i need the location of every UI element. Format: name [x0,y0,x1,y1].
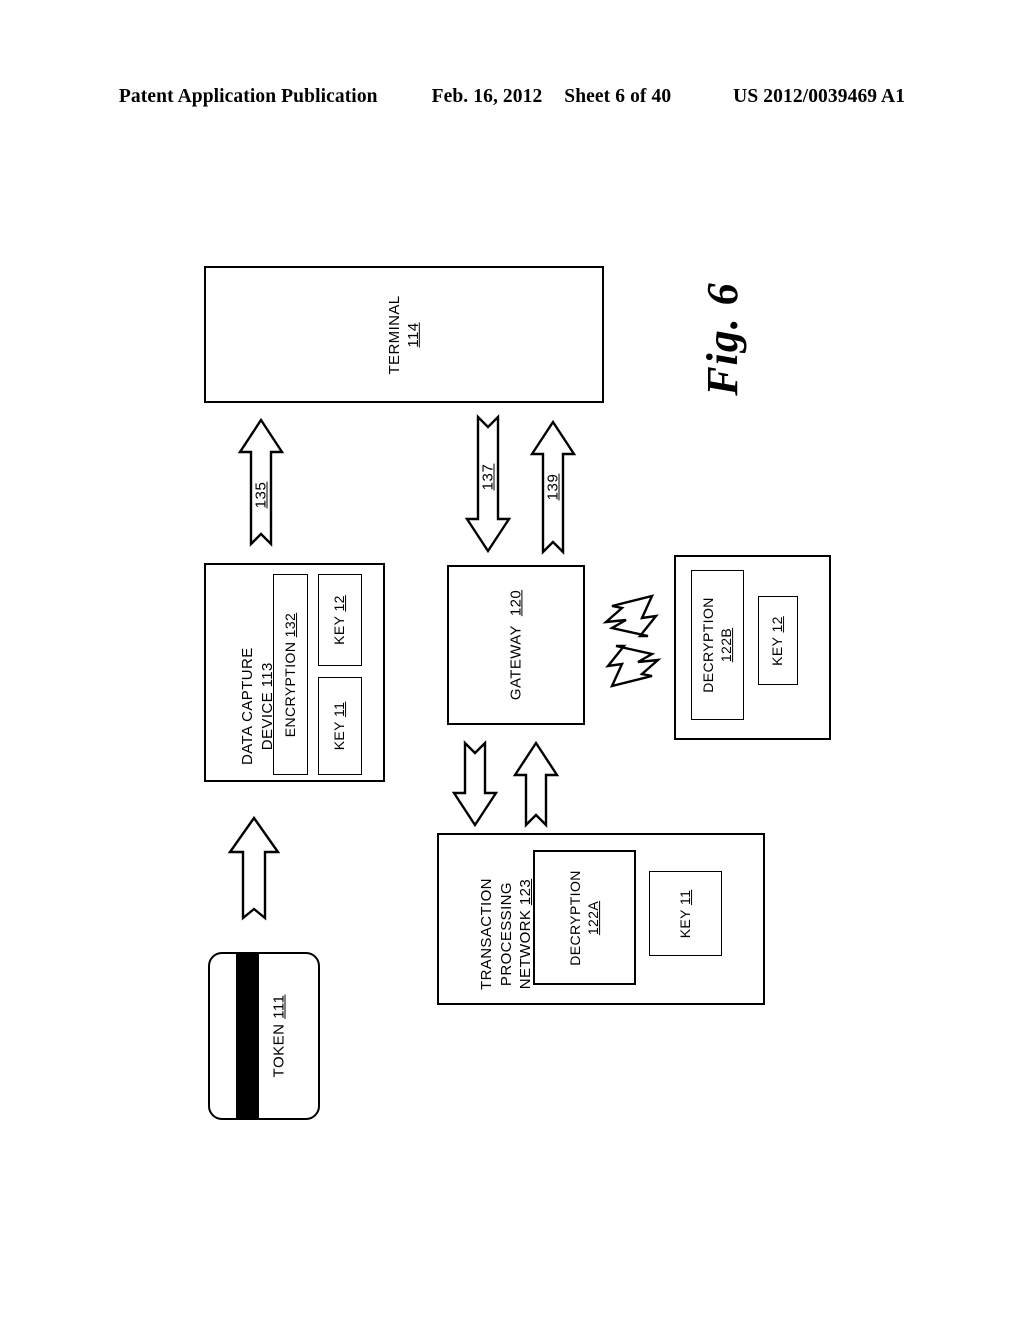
decryption-122b-box: DECRYPTION 122B [691,570,744,720]
data-capture-device-label: DATA CAPTURE DEVICE 113 [238,647,277,765]
decryption-122a-box: DECRYPTION 122A [533,850,636,985]
terminal-box: TERMINAL 114 [204,266,604,403]
arrow-network-to-gateway [512,740,560,828]
key-11-title-dcd: KEY [331,721,348,751]
decryption-122a-ref: 122A [584,900,601,935]
tpn-title-line3: NETWORK [517,909,534,990]
key-12-label-dcd: KEY 12 [331,595,349,645]
terminal-title: TERMINAL [385,294,403,375]
key-11-ref-dcd: 11 [331,701,348,718]
figure-6-diagram: Fig. 6 TERMINAL 114 135 137 139 DATA CAP… [0,0,1024,1320]
key-12-box-dcd: KEY 12 [318,574,362,666]
terminal-ref: 114 [405,321,422,348]
token-title: TOKEN [270,1023,288,1078]
arrow-137-ref: 137 [479,463,497,491]
arrow-135: 135 [237,417,285,547]
dcd-title-line1: DATA CAPTURE [239,647,256,765]
gateway-ref: 120 [507,589,525,617]
key-12-title-122b: KEY [769,636,786,666]
tpn-title-line2: PROCESSING [497,882,515,987]
key-12-box-122b: KEY 12 [758,596,798,685]
wireless-link-icon [596,592,668,690]
magnetic-stripe [236,954,259,1118]
arrow-gateway-to-network [451,740,499,828]
transaction-processing-network-box: TRANSACTION PROCESSING NETWORK 123 DECRY… [437,833,765,1005]
arrow-139-ref: 139 [544,473,562,501]
encryption-label: ENCRYPTION 132 [282,612,300,736]
gateway-label: GATEWAY 120 [506,590,525,700]
key-11-box-tpn: KEY 11 [649,871,722,956]
gateway-box: GATEWAY 120 [447,565,585,725]
data-capture-device-box: DATA CAPTURE DEVICE 113 ENCRYPTION 132 K… [204,563,385,782]
figure-caption: Fig. 6 [698,282,747,396]
key-11-ref-tpn: 11 [676,889,693,905]
decryption-122a-label: DECRYPTION 122A [567,870,603,966]
key-11-title-tpn: KEY [676,908,693,938]
token-card: TOKEN 111 [208,952,320,1120]
terminal-label: TERMINAL 114 [385,295,423,374]
decryption-122b-title: DECRYPTION [699,597,716,693]
tpn-title-line1: TRANSACTION [478,878,495,990]
tpn-ref: 123 [517,878,534,906]
key-12-ref-dcd: 12 [331,595,348,612]
arrow-token-to-device [227,815,281,921]
key-12-title-dcd: KEY [331,615,348,645]
decryption-122b-group-box: DECRYPTION 122B KEY 12 [674,555,831,740]
token-ref: 111 [270,994,288,1019]
encryption-title: ENCRYPTION [281,641,298,737]
gateway-title: GATEWAY [507,625,525,701]
decryption-122b-label: DECRYPTION 122B [700,597,736,693]
decryption-122a-title: DECRYPTION [566,869,583,966]
key-12-ref-122b: 12 [769,615,786,633]
key-11-box-dcd: KEY 11 [318,677,362,775]
token-label: TOKEN 111 [271,995,288,1078]
decryption-122b-ref: 122B [717,627,734,663]
key-12-label-122b: KEY 12 [769,616,787,666]
key-11-label-tpn: KEY 11 [677,889,695,938]
arrow-137: 137 [464,414,512,554]
arrow-139: 139 [529,419,577,555]
transaction-processing-network-label: TRANSACTION PROCESSING NETWORK 123 [477,878,536,990]
encryption-box: ENCRYPTION 132 [273,574,308,775]
arrow-135-ref: 135 [252,481,270,509]
encryption-ref: 132 [281,612,298,637]
key-11-label-dcd: KEY 11 [331,702,349,751]
